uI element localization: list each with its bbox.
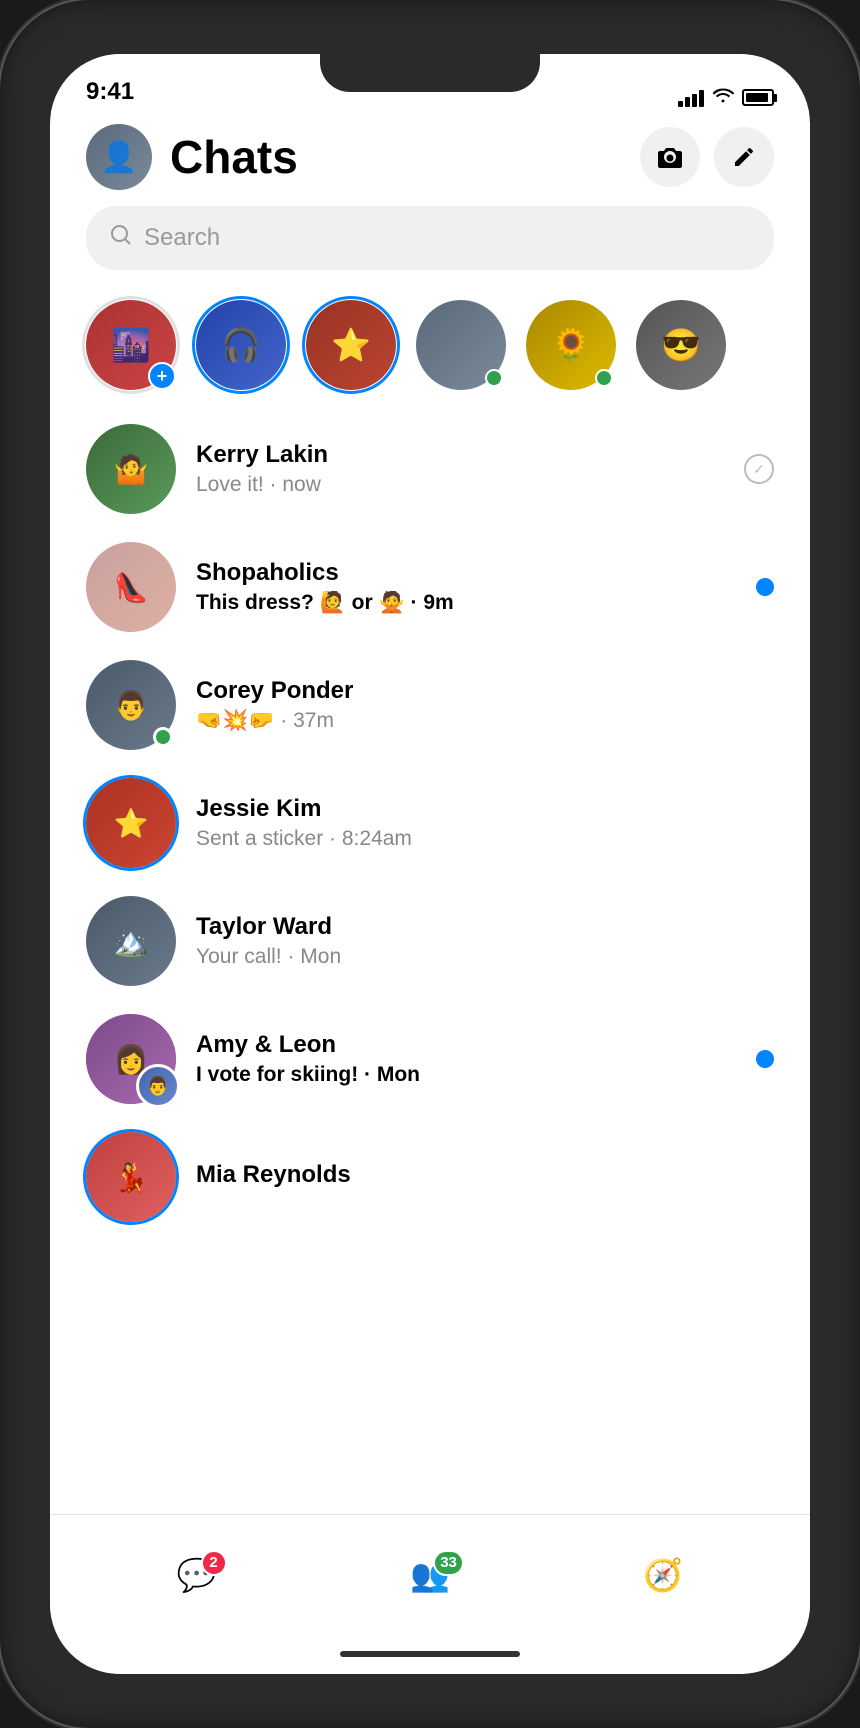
story-item-6[interactable]: 😎 — [636, 300, 726, 390]
story-item-4[interactable] — [416, 300, 506, 390]
unread-dot-shop — [756, 578, 774, 596]
chat-preview-kerry: Love it! · now — [196, 473, 724, 497]
story-add-icon: + — [148, 362, 176, 390]
search-icon — [110, 224, 132, 252]
phone-frame: 9:41 — [0, 0, 860, 1728]
chat-meta-amy — [756, 1050, 774, 1068]
chat-name-amy: Amy & Leon — [196, 1031, 736, 1059]
signal-icon — [678, 89, 704, 107]
chat-item-shop[interactable]: 👠 Shopaholics This dress? 🙋 or 🙅 · 9m — [50, 528, 810, 646]
story-add[interactable]: 🌆 + — [86, 300, 176, 390]
tab-chats[interactable]: 💬 2 — [177, 1556, 217, 1594]
chat-info-amy: Amy & Leon I vote for skiing! · Mon — [196, 1031, 736, 1087]
chat-info-kerry: Kerry Lakin Love it! · now — [196, 441, 724, 497]
chat-preview-taylor: Your call! · Mon — [196, 945, 754, 969]
tab-people[interactable]: 👥 33 — [410, 1556, 450, 1594]
story-item-3[interactable]: ⭐ — [306, 300, 396, 390]
story-ring-jessie — [83, 775, 179, 871]
story-ring-mia — [83, 1129, 179, 1225]
chat-item-amy[interactable]: 👩 👨 Amy & Leon I vote for skiing! · Mon — [50, 1000, 810, 1118]
header-actions — [640, 127, 774, 187]
home-indicator — [50, 1634, 810, 1674]
chat-item-kerry[interactable]: 🤷 Kerry Lakin Love it! · now ✓ — [50, 410, 810, 528]
chat-name-kerry: Kerry Lakin — [196, 441, 724, 469]
battery-icon — [742, 89, 774, 106]
page-title: Chats — [170, 130, 622, 184]
chat-name-corey: Corey Ponder — [196, 677, 754, 705]
status-icons — [678, 87, 774, 108]
content-area: 👤 Chats — [50, 114, 810, 1674]
chat-info-mia: Mia Reynolds — [196, 1161, 754, 1193]
chat-info-jessie: Jessie Kim Sent a sticker · 8:24am — [196, 795, 754, 851]
chat-preview-shop: This dress? 🙋 or 🙅 · 9m — [196, 591, 736, 615]
chats-badge: 2 — [201, 1550, 227, 1576]
delivered-icon-kerry: ✓ — [744, 454, 774, 484]
phone-screen: 9:41 — [50, 54, 810, 1674]
chat-item-jessie[interactable]: ⭐ Jessie Kim Sent a sticker · 8:24am — [50, 764, 810, 882]
header: 👤 Chats — [50, 114, 810, 206]
notch — [320, 54, 540, 92]
chat-item-taylor[interactable]: 🏔️ Taylor Ward Your call! · Mon — [50, 882, 810, 1000]
chat-preview-corey: 🤜💥🤛 · 37m — [196, 709, 754, 733]
chat-item-corey[interactable]: 👨 Corey Ponder 🤜💥🤛 · 37m — [50, 646, 810, 764]
search-placeholder: Search — [144, 224, 220, 252]
camera-button[interactable] — [640, 127, 700, 187]
chat-meta-shop — [756, 578, 774, 596]
tab-bar: 💬 2 👥 33 🧭 — [50, 1514, 810, 1634]
chat-preview-jessie: Sent a sticker · 8:24am — [196, 827, 754, 851]
online-dot-corey — [153, 727, 173, 747]
search-bar[interactable]: Search — [86, 206, 774, 270]
chat-name-shop: Shopaholics — [196, 559, 736, 587]
wifi-icon — [712, 87, 734, 108]
chat-name-taylor: Taylor Ward — [196, 913, 754, 941]
chat-meta-kerry: ✓ — [744, 454, 774, 484]
user-avatar[interactable]: 👤 — [86, 124, 152, 190]
discover-icon: 🧭 — [643, 1556, 683, 1594]
chat-name-jessie: Jessie Kim — [196, 795, 754, 823]
people-badge: 33 — [433, 1550, 464, 1576]
stories-row: 🌆 + 🎧 — [50, 290, 810, 410]
chat-info-corey: Corey Ponder 🤜💥🤛 · 37m — [196, 677, 754, 733]
story-item-5[interactable]: 🌻 — [526, 300, 616, 390]
tab-discover[interactable]: 🧭 — [643, 1556, 683, 1594]
story-item-2[interactable]: 🎧 — [196, 300, 286, 390]
status-time: 9:41 — [86, 78, 134, 108]
chat-info-shop: Shopaholics This dress? 🙋 or 🙅 · 9m — [196, 559, 736, 615]
chat-item-mia[interactable]: 💃 Mia Reynolds — [50, 1118, 810, 1236]
chat-info-taylor: Taylor Ward Your call! · Mon — [196, 913, 754, 969]
chat-preview-amy: I vote for skiing! · Mon — [196, 1063, 736, 1087]
home-bar — [340, 1651, 520, 1657]
compose-button[interactable] — [714, 127, 774, 187]
chat-list: 🤷 Kerry Lakin Love it! · now ✓ — [50, 410, 810, 1514]
chat-name-mia: Mia Reynolds — [196, 1161, 754, 1189]
unread-dot-amy — [756, 1050, 774, 1068]
